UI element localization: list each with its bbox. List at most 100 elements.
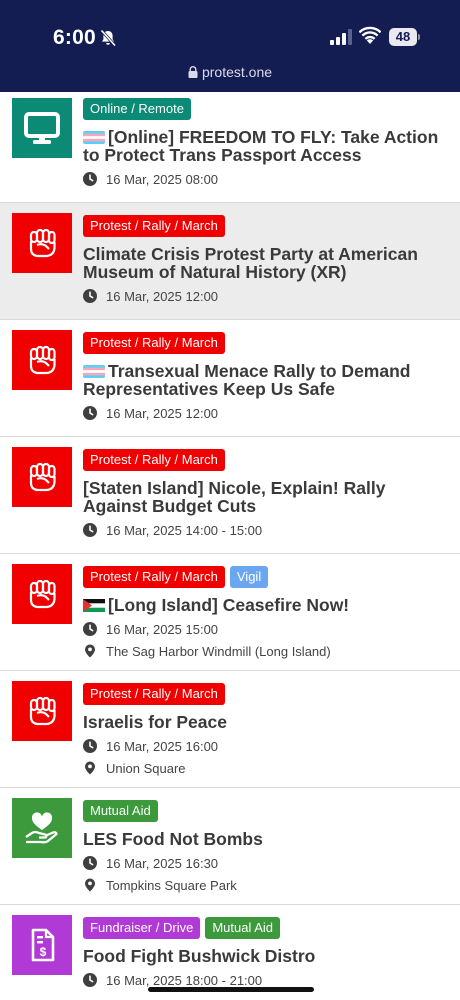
event-title-text: Food Fight Bushwick Distro — [83, 946, 316, 966]
event-time-text: 16 Mar, 2025 12:00 — [106, 288, 219, 304]
event-row[interactable]: Protest / Rally / March Israelis for Peac… — [0, 671, 460, 788]
clock-icon — [83, 406, 97, 420]
event-body: Protest / Rally / March [Staten Island] N… — [83, 449, 448, 538]
clock-icon — [83, 172, 97, 186]
clock-icon — [83, 622, 97, 636]
map-pin-icon — [85, 761, 95, 775]
signal-icon — [330, 29, 352, 45]
event-body: Protest / Rally / March Israelis for Peac… — [83, 683, 448, 776]
event-title-text: [Staten Island] Nicole, Explain! Rally A… — [83, 478, 386, 516]
category-tag[interactable]: Protest / Rally / March — [83, 449, 225, 471]
event-tags: Fundraiser / Drive Mutual Aid — [83, 917, 448, 939]
svg-text:$: $ — [40, 945, 47, 959]
event-list: Online / Remote [Online] FREEDOM TO FLY: … — [0, 92, 460, 1000]
category-tag[interactable]: Mutual Aid — [205, 917, 281, 939]
trans-flag-icon — [83, 131, 105, 144]
event-datetime: 16 Mar, 2025 12:00 — [83, 288, 448, 304]
status-bar: 6:00 48 protest.one — [0, 0, 460, 92]
event-title[interactable]: [Long Island] Ceasefire Now! — [83, 596, 448, 614]
event-time-text: 16 Mar, 2025 18:00 - 21:00 — [106, 972, 263, 988]
map-pin-icon — [85, 644, 95, 658]
event-title[interactable]: Climate Crisis Protest Party at American… — [83, 245, 448, 281]
fist-icon — [12, 447, 72, 507]
event-tags: Online / Remote — [83, 98, 448, 120]
event-tags: Protest / Rally / March Vigil — [83, 566, 448, 588]
event-tags: Protest / Rally / March — [83, 449, 448, 471]
event-title-text: LES Food Not Bombs — [83, 829, 263, 849]
event-tags: Mutual Aid — [83, 800, 448, 822]
heart-hand-icon — [12, 798, 72, 858]
trans-flag-icon — [83, 365, 105, 378]
event-tags: Protest / Rally / March — [83, 215, 448, 237]
bell-slash-icon — [100, 29, 117, 47]
event-location: Tompkins Square Park — [83, 877, 448, 893]
event-title-text: [Online] FREEDOM TO FLY: Take Action to … — [83, 127, 439, 165]
battery-indicator: 48 — [389, 28, 420, 46]
event-tags: Protest / Rally / March — [83, 683, 448, 705]
event-title[interactable]: Israelis for Peace — [83, 713, 448, 731]
event-title-text: Climate Crisis Protest Party at American… — [83, 244, 418, 282]
event-datetime: 16 Mar, 2025 16:00 — [83, 738, 448, 754]
event-row[interactable]: Protest / Rally / March Vigil [Long Island… — [0, 554, 460, 671]
wifi-icon — [359, 26, 381, 44]
fist-icon — [12, 330, 72, 390]
event-body: Mutual Aid LES Food Not Bombs 16 Mar, 2025… — [83, 800, 448, 893]
event-row[interactable]: Online / Remote [Online] FREEDOM TO FLY: … — [0, 92, 460, 203]
category-tag[interactable]: Protest / Rally / March — [83, 566, 225, 588]
clock-icon — [83, 289, 97, 303]
lock-icon — [188, 66, 198, 78]
clock-icon — [83, 739, 97, 753]
address-bar[interactable]: protest.one — [0, 64, 460, 80]
clock-icon — [83, 856, 97, 870]
category-tag[interactable]: Vigil — [229, 566, 269, 588]
event-datetime: 16 Mar, 2025 14:00 - 15:00 — [83, 522, 448, 538]
event-body: Protest / Rally / March Vigil [Long Island… — [83, 566, 448, 659]
event-row[interactable]: Protest / Rally / March [Staten Island] N… — [0, 437, 460, 554]
event-time-text: 16 Mar, 2025 14:00 - 15:00 — [106, 522, 263, 538]
event-body: Online / Remote [Online] FREEDOM TO FLY: … — [83, 98, 448, 187]
category-tag[interactable]: Online / Remote — [83, 98, 191, 120]
event-datetime: 16 Mar, 2025 18:00 - 21:00 — [83, 972, 448, 988]
battery-cap — [418, 34, 420, 40]
map-pin-icon — [85, 878, 95, 892]
event-datetime: 16 Mar, 2025 08:00 — [83, 171, 448, 187]
palestine-flag-icon — [83, 599, 105, 612]
event-title[interactable]: LES Food Not Bombs — [83, 830, 448, 848]
category-tag[interactable]: Mutual Aid — [83, 800, 158, 822]
clock-icon — [83, 523, 97, 537]
dollar-doc-icon: $ — [12, 915, 72, 975]
event-time-text: 16 Mar, 2025 12:00 — [106, 405, 219, 421]
event-title[interactable]: Transexual Menace Rally to Demand Repres… — [83, 362, 448, 398]
status-time: 6:00 — [53, 26, 96, 49]
event-location-text: Tompkins Square Park — [106, 877, 237, 893]
event-location-text: Union Square — [106, 760, 186, 776]
event-row[interactable]: $ Fundraiser / Drive Mutual Aid Food Fight … — [0, 905, 460, 1000]
category-tag[interactable]: Protest / Rally / March — [83, 332, 225, 354]
event-title[interactable]: [Online] FREEDOM TO FLY: Take Action to … — [83, 128, 448, 164]
event-title[interactable]: [Staten Island] Nicole, Explain! Rally A… — [83, 479, 448, 515]
event-location-text: The Sag Harbor Windmill (Long Island) — [106, 643, 331, 659]
event-datetime: 16 Mar, 2025 12:00 — [83, 405, 448, 421]
event-title-text: Transexual Menace Rally to Demand Repres… — [83, 361, 411, 399]
clock-icon — [83, 973, 97, 987]
category-tag[interactable]: Protest / Rally / March — [83, 683, 225, 705]
home-indicator[interactable] — [148, 987, 314, 992]
event-tags: Protest / Rally / March — [83, 332, 448, 354]
event-body: Fundraiser / Drive Mutual Aid Food Fight B… — [83, 917, 448, 988]
category-tag[interactable]: Fundraiser / Drive — [83, 917, 201, 939]
event-datetime: 16 Mar, 2025 16:30 — [83, 855, 448, 871]
monitor-icon — [12, 98, 72, 158]
event-location: Union Square — [83, 760, 448, 776]
event-row[interactable]: Protest / Rally / March Climate Crisis Pr… — [0, 203, 460, 320]
event-time-text: 16 Mar, 2025 16:30 — [106, 855, 219, 871]
event-location: The Sag Harbor Windmill (Long Island) — [83, 643, 448, 659]
event-time-text: 16 Mar, 2025 15:00 — [106, 621, 219, 637]
category-tag[interactable]: Protest / Rally / March — [83, 215, 225, 237]
event-title[interactable]: Food Fight Bushwick Distro — [83, 947, 448, 965]
event-time-text: 16 Mar, 2025 08:00 — [106, 171, 219, 187]
event-body: Protest / Rally / March Climate Crisis Pr… — [83, 215, 448, 304]
event-row[interactable]: Protest / Rally / March Transexual Menace… — [0, 320, 460, 437]
fist-icon — [12, 564, 72, 624]
event-row[interactable]: Mutual Aid LES Food Not Bombs 16 Mar, 2025… — [0, 788, 460, 905]
battery-level: 48 — [389, 28, 417, 46]
